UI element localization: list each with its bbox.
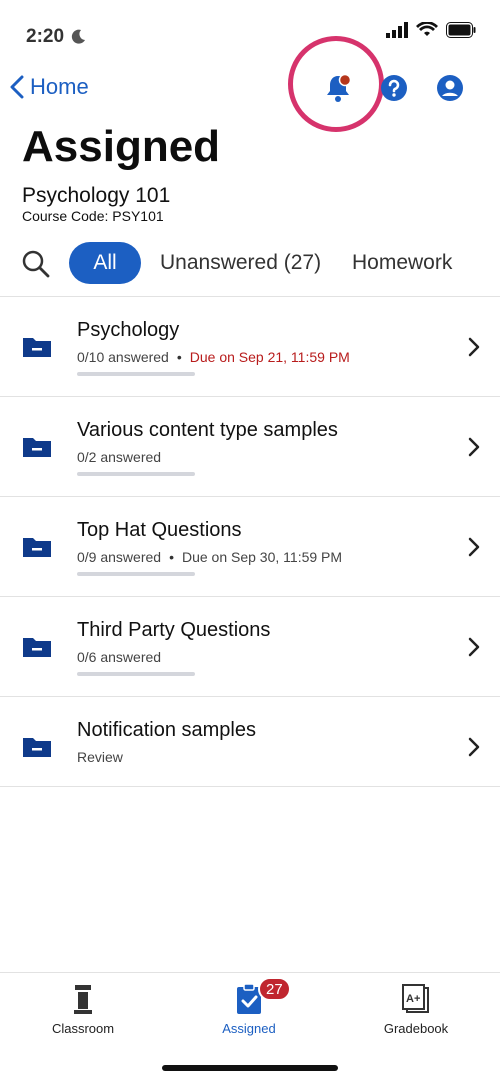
chevron-right-icon [468, 337, 480, 357]
item-title: Notification samples [77, 719, 256, 741]
bell-icon [327, 73, 352, 102]
progress-bar [77, 572, 195, 576]
page-title: Assigned [22, 122, 221, 171]
review-label: Review [77, 749, 123, 765]
folder-icon [23, 438, 51, 457]
search-icon [22, 250, 50, 278]
tab-assigned[interactable]: 27 Assigned [166, 977, 332, 1043]
course-code: Course Code: PSY101 [22, 208, 164, 224]
progress-bar [77, 472, 195, 476]
home-indicator [162, 1065, 338, 1071]
wifi-icon [416, 22, 438, 36]
item-meta: 0/9 answered • Due on Sep 30, 11:59 PM [77, 549, 342, 565]
chevron-right-icon [468, 437, 480, 457]
answered-count: 0/6 answered [77, 649, 162, 665]
svg-text:A+: A+ [406, 993, 420, 1005]
tab-label: Gradebook [383, 1021, 449, 1036]
folder-icon [23, 738, 51, 757]
filter-bar: All Unanswered (27) Homework [0, 240, 500, 288]
answered-count: 0/9 answered [77, 549, 162, 565]
due-date: Due on Sep 21, 11:59 PM [189, 349, 350, 365]
folder-icon [23, 638, 51, 657]
chevron-right-icon [468, 737, 480, 757]
chevron-right-icon [468, 637, 480, 657]
battery-icon [446, 22, 476, 38]
list-item[interactable]: Top Hat Questions 0/9 answered • Due on … [0, 497, 500, 597]
help-button[interactable] [378, 72, 410, 104]
question-icon [381, 75, 407, 101]
progress-bar [77, 372, 195, 376]
status-time: 2:20 [26, 26, 86, 48]
separator-dot: • [176, 349, 182, 365]
back-label: Home [30, 74, 89, 99]
folder-icon [23, 538, 51, 557]
search-button[interactable] [20, 248, 52, 280]
tab-label: Assigned [222, 1021, 276, 1036]
item-meta: 0/2 answered [77, 449, 161, 465]
assignment-list: Psychology 0/10 answered • Due on Sep 21… [0, 296, 500, 787]
due-date: Due on Sep 30, 11:59 PM [181, 549, 343, 565]
status-bar: 2:20 [0, 0, 500, 70]
tab-label: Classroom [51, 1021, 115, 1036]
profile-button[interactable] [434, 72, 466, 104]
item-meta: Review [77, 749, 123, 765]
notifications-button[interactable] [322, 72, 354, 104]
chevron-right-icon [468, 537, 480, 557]
item-meta: 0/10 answered • Due on Sep 21, 11:59 PM [77, 349, 350, 365]
back-button[interactable]: Home [10, 74, 89, 100]
folder-icon [23, 338, 51, 357]
clock-text: 2:20 [26, 26, 65, 47]
item-title: Top Hat Questions [77, 519, 242, 541]
course-name: Psychology 101 [22, 184, 171, 207]
tab-bar: Classroom 27 Assigned A+ Gradebook [0, 972, 500, 1080]
item-title: Psychology [77, 319, 180, 341]
tab-gradebook[interactable]: A+ Gradebook [333, 983, 499, 1043]
signal-icon [386, 22, 408, 38]
list-item[interactable]: Various content type samples 0/2 answere… [0, 397, 500, 497]
answered-count: 0/2 answered [77, 449, 162, 465]
moon-icon [71, 29, 86, 44]
answered-count: 0/10 answered [77, 349, 169, 365]
item-title: Third Party Questions [77, 619, 271, 641]
filter-homework-chip[interactable]: Homework [352, 242, 452, 284]
progress-bar [77, 672, 195, 676]
item-title: Various content type samples [77, 419, 338, 441]
assigned-count-badge: 27 [258, 977, 291, 1001]
podium-icon [74, 985, 92, 1014]
status-icons [386, 22, 476, 38]
list-item[interactable]: Psychology 0/10 answered • Due on Sep 21… [0, 297, 500, 397]
list-item[interactable]: Notification samples Review [0, 697, 500, 787]
list-item[interactable]: Third Party Questions 0/6 answered [0, 597, 500, 697]
item-meta: 0/6 answered [77, 649, 161, 665]
filter-unanswered-chip[interactable]: Unanswered (27) [160, 242, 321, 284]
filter-all-chip[interactable]: All [69, 242, 141, 284]
gradebook-icon: A+ [402, 984, 429, 1013]
tab-classroom[interactable]: Classroom [0, 983, 166, 1043]
nav-bar: Home [0, 36, 500, 132]
separator-dot: • [169, 549, 174, 565]
user-icon [437, 75, 463, 101]
chevron-left-icon [10, 75, 24, 99]
